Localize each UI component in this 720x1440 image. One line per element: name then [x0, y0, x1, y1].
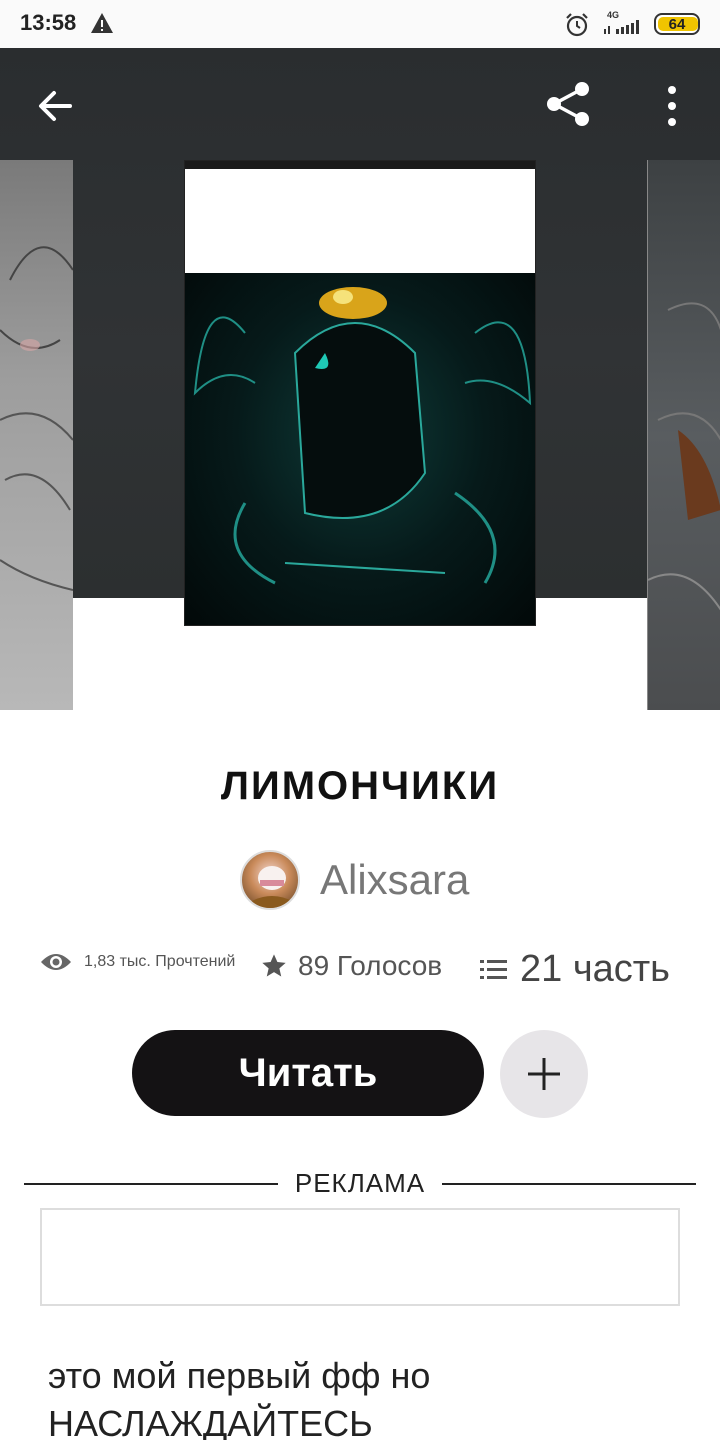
- votes-stat: 89 Голосов: [260, 950, 442, 982]
- parts-count: 21 часть: [520, 948, 670, 990]
- read-button[interactable]: Читать: [132, 1030, 484, 1116]
- add-to-library-button[interactable]: [500, 1030, 588, 1118]
- reads-stat: 1,83 тыс. Прочтений: [40, 950, 235, 974]
- share-icon[interactable]: [544, 80, 592, 128]
- divider-line: [24, 1183, 278, 1185]
- sketch-illustration: [0, 246, 73, 591]
- cover-artwork: [185, 273, 535, 625]
- status-time: 13:58: [20, 10, 77, 35]
- ad-label: РЕКЛАМА: [294, 1168, 426, 1198]
- ad-divider: РЕКЛАМА: [24, 1166, 696, 1202]
- arrow-left-icon[interactable]: [36, 86, 76, 126]
- cover-image[interactable]: [184, 160, 536, 626]
- divider-line: [442, 1183, 696, 1185]
- list-icon: [480, 959, 507, 979]
- warning-icon: [91, 13, 113, 33]
- cover-top-strip: [185, 161, 535, 169]
- avatar[interactable]: [240, 850, 300, 910]
- author-row[interactable]: Alixsara: [240, 850, 469, 910]
- parts-stat: 21 часть: [480, 948, 670, 991]
- dark-illustration: [648, 302, 720, 611]
- battery-icon: 64: [654, 13, 700, 35]
- cover-carousel: [0, 48, 720, 710]
- plus-icon: [528, 1058, 560, 1090]
- cover-next[interactable]: [647, 160, 720, 710]
- ad-banner[interactable]: [40, 1208, 680, 1306]
- network-type: 4G: [607, 10, 620, 20]
- author-name[interactable]: Alixsara: [320, 856, 469, 904]
- battery-level: 64: [668, 16, 686, 33]
- signal-icon: [604, 20, 639, 34]
- alarm-icon: [566, 13, 588, 37]
- cover-previous[interactable]: [0, 160, 73, 710]
- eye-icon: [41, 954, 71, 970]
- story-title: ЛИМОНЧИКИ: [220, 764, 500, 808]
- votes-count: 89 Голосов: [298, 950, 443, 981]
- story-stats: 1,83 тыс. Прочтений 89 Голосов 21 часть: [40, 948, 700, 1000]
- story-description: это мой первый фф но НАСЛАЖДАЙТЕСЬ: [48, 1355, 431, 1440]
- more-vertical-icon[interactable]: [658, 84, 686, 128]
- reads-count: 1,83 тыс. Прочтений: [84, 953, 236, 970]
- star-icon: [262, 954, 286, 977]
- status-bar: 13:58 4G 64: [0, 0, 720, 48]
